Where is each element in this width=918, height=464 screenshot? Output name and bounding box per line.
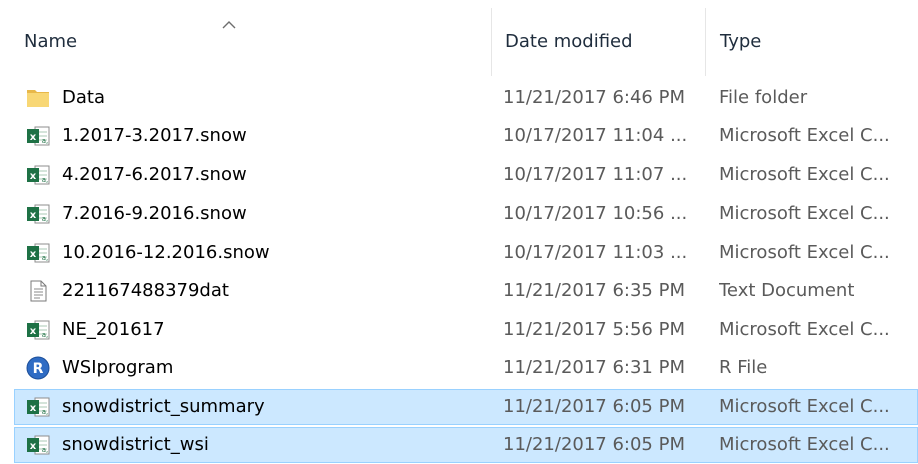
file-type: Microsoft Excel C... — [719, 164, 890, 185]
file-type: R File — [719, 357, 768, 378]
file-date-modified: 11/21/2017 6:05 PM — [503, 396, 685, 417]
file-date-modified: 10/17/2017 10:56 ... — [503, 203, 688, 224]
file-name: NE_201617 — [62, 319, 165, 340]
svg-text:a,: a, — [42, 137, 49, 145]
file-name: 221167488379dat — [62, 280, 229, 301]
svg-text:x: x — [30, 326, 37, 337]
file-row[interactable]: a, x 10.2016-12.2016.snow 10/17/2017 11:0… — [14, 235, 918, 271]
file-row[interactable]: R WSIprogram 11/21/2017 6:31 PM R File — [14, 350, 918, 386]
file-name: 1.2017-3.2017.snow — [62, 125, 247, 146]
file-row[interactable]: a, x snowdistrict_wsi 11/21/2017 6:05 PM M… — [14, 427, 918, 463]
file-row[interactable]: Data 11/21/2017 6:46 PM File folder — [14, 80, 918, 116]
svg-text:a,: a, — [42, 446, 49, 454]
folder-icon — [26, 86, 50, 110]
excel-csv-icon: a, x — [26, 163, 50, 187]
r-file-icon: R — [26, 356, 50, 380]
column-header-date-modified[interactable]: Date modified — [491, 8, 705, 76]
file-type: Microsoft Excel C... — [719, 396, 890, 417]
svg-text:x: x — [30, 171, 37, 182]
file-date-modified: 11/21/2017 6:31 PM — [503, 357, 685, 378]
file-row[interactable]: a, x 4.2017-6.2017.snow 10/17/2017 11:07 … — [14, 157, 918, 193]
excel-csv-icon: a, x — [26, 202, 50, 226]
text-document-icon — [26, 279, 50, 303]
file-date-modified: 11/21/2017 6:05 PM — [503, 434, 685, 455]
file-list-view: Name Date modified Type Data 11/21/2017 6… — [0, 0, 918, 464]
column-header-type-label: Type — [720, 31, 762, 52]
file-date-modified: 10/17/2017 11:03 ... — [503, 242, 688, 263]
file-date-modified: 11/21/2017 6:46 PM — [503, 87, 685, 108]
file-row[interactable]: a, x 1.2017-3.2017.snow 10/17/2017 11:04 … — [14, 118, 918, 154]
excel-csv-icon: a, x — [26, 318, 50, 342]
svg-text:a,: a, — [42, 254, 49, 262]
file-type: Microsoft Excel C... — [719, 242, 890, 263]
column-header-date-modified-label: Date modified — [505, 31, 633, 52]
file-row[interactable]: 221167488379dat 11/21/2017 6:35 PM Text Do… — [14, 273, 918, 309]
excel-csv-icon: a, x — [26, 395, 50, 419]
file-type: Microsoft Excel C... — [719, 203, 890, 224]
column-header-name-label: Name — [24, 31, 78, 52]
excel-csv-icon: a, x — [26, 433, 50, 457]
svg-text:x: x — [30, 441, 37, 452]
file-name: Data — [62, 87, 105, 108]
file-date-modified: 10/17/2017 11:07 ... — [503, 164, 688, 185]
svg-text:a,: a, — [42, 408, 49, 416]
svg-text:a,: a, — [42, 331, 49, 339]
svg-text:R: R — [33, 361, 44, 377]
column-header-type[interactable]: Type — [705, 8, 918, 76]
file-type: Microsoft Excel C... — [719, 125, 890, 146]
excel-csv-icon: a, x — [26, 241, 50, 265]
file-name: WSIprogram — [62, 357, 174, 378]
file-type: Text Document — [719, 280, 855, 301]
file-type: Microsoft Excel C... — [719, 434, 890, 455]
svg-text:x: x — [30, 249, 37, 260]
file-name: 4.2017-6.2017.snow — [62, 164, 247, 185]
file-type: Microsoft Excel C... — [719, 319, 890, 340]
file-row[interactable]: a, x NE_201617 11/21/2017 5:56 PM Microsof… — [14, 312, 918, 348]
file-row[interactable]: a, x 7.2016-9.2016.snow 10/17/2017 10:56 … — [14, 196, 918, 232]
file-row[interactable]: a, x snowdistrict_summary 11/21/2017 6:05… — [14, 389, 918, 425]
svg-text:x: x — [30, 403, 37, 414]
file-name: snowdistrict_wsi — [62, 434, 209, 455]
file-name: snowdistrict_summary — [62, 396, 265, 417]
excel-csv-icon: a, x — [26, 124, 50, 148]
column-header-name[interactable]: Name — [14, 8, 490, 76]
file-date-modified: 11/21/2017 5:56 PM — [503, 319, 685, 340]
svg-text:x: x — [30, 210, 37, 221]
file-type: File folder — [719, 87, 808, 108]
svg-text:a,: a, — [42, 215, 49, 223]
file-date-modified: 10/17/2017 11:04 ... — [503, 125, 688, 146]
chevron-up-icon — [222, 21, 236, 29]
column-header-bar: Name Date modified Type — [14, 8, 918, 76]
svg-text:a,: a, — [42, 176, 49, 184]
svg-text:x: x — [30, 132, 37, 143]
file-date-modified: 11/21/2017 6:35 PM — [503, 280, 685, 301]
file-name: 7.2016-9.2016.snow — [62, 203, 247, 224]
file-name: 10.2016-12.2016.snow — [62, 242, 270, 263]
